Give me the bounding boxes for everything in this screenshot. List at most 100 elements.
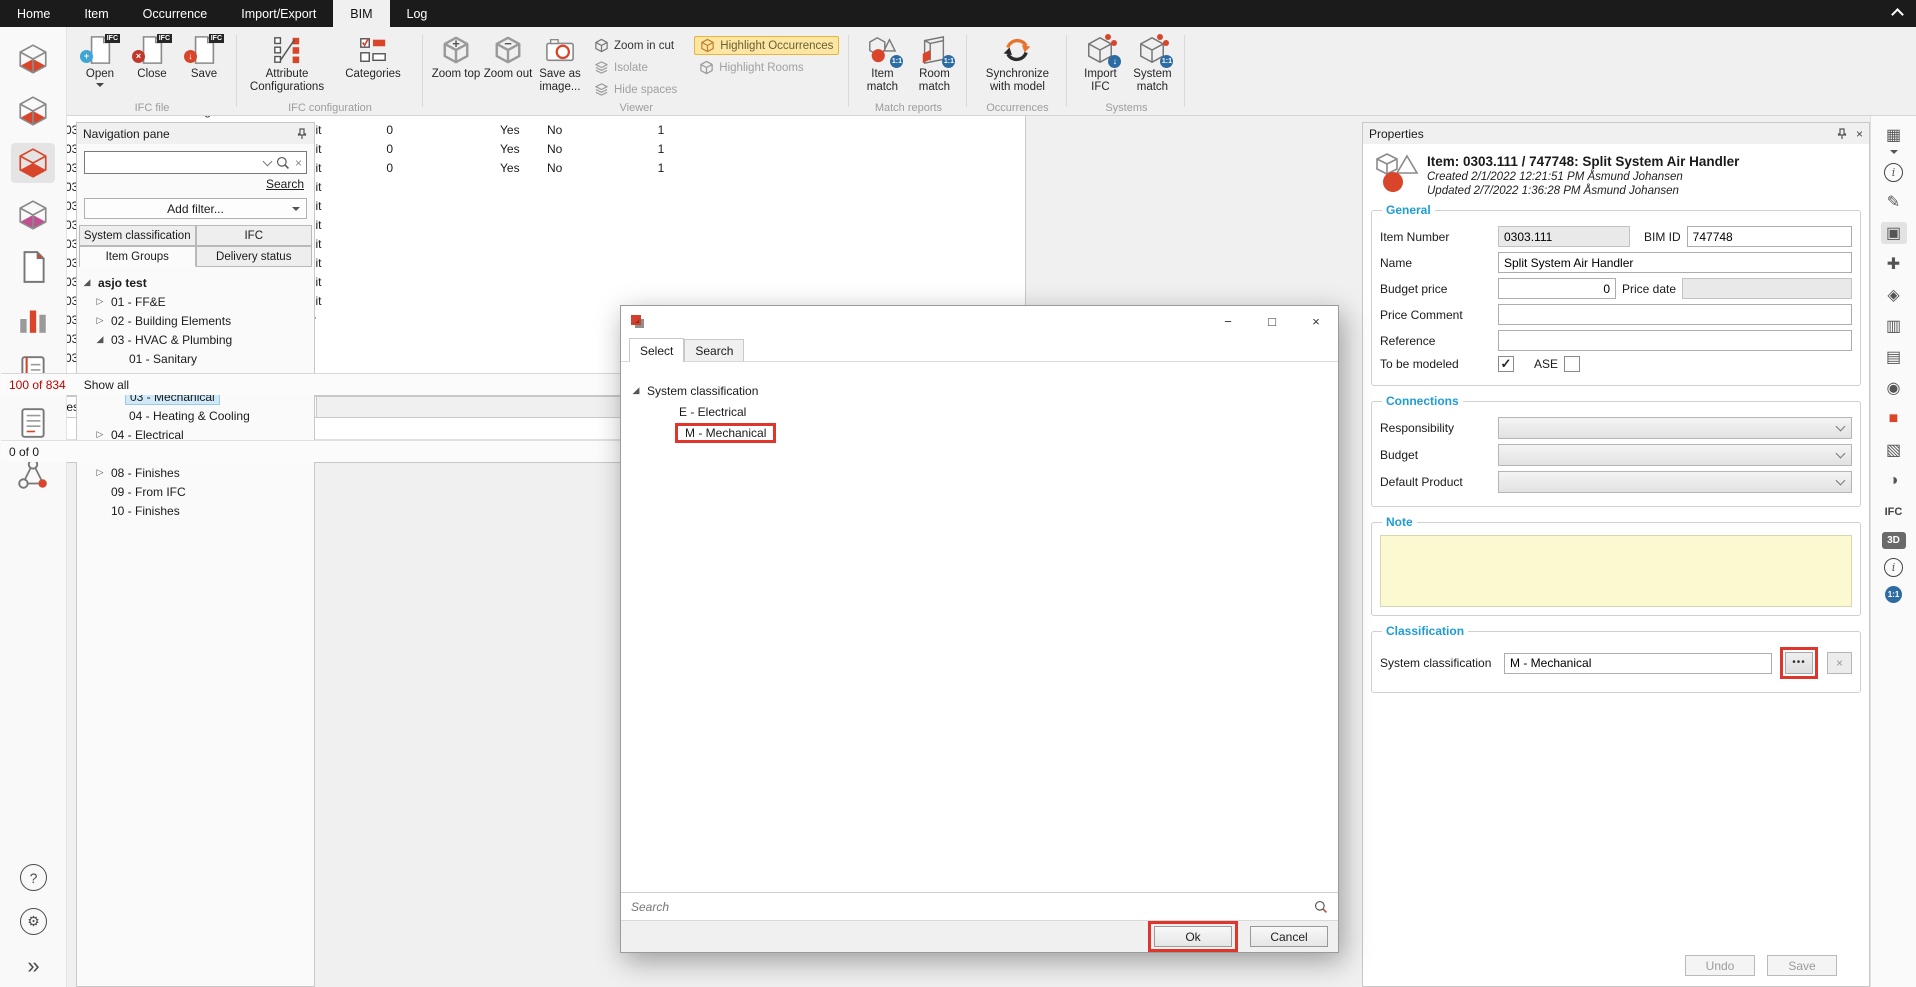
budget-price-field[interactable] [1498,278,1616,299]
import-ifc-button[interactable]: ↓ Import IFC [1075,32,1125,94]
dialog-tree-item[interactable]: ◢ System classification [621,380,1338,401]
nav-tab[interactable]: Item Groups [79,246,196,267]
default-product-select[interactable] [1498,471,1852,493]
item-red-panel-icon[interactable]: ■ [1881,408,1907,430]
dialog-tab[interactable]: Search [684,339,744,361]
item-info-icon[interactable]: i [1884,163,1903,182]
info-panel-icon[interactable]: i [1884,558,1903,577]
categories-button[interactable]: Categories [331,32,415,81]
zoom-top-button[interactable]: + Zoom top [431,32,481,81]
add-filter-button[interactable]: Add filter... [84,198,307,219]
layout-selector-caret-icon[interactable] [1890,150,1898,154]
hide-spaces-button[interactable]: Hide spaces [589,80,682,99]
pin-icon[interactable] [1836,128,1848,140]
tree-expander-icon[interactable]: ◢ [80,277,94,288]
menu-item[interactable]: Log [390,0,445,27]
layout-selector-icon[interactable]: ▦ [1881,124,1907,146]
menu-item[interactable]: Home [0,0,67,27]
isolate-button[interactable]: Isolate [589,58,682,77]
search-dropdown-chevron-icon[interactable] [263,156,273,166]
nav-tree-item[interactable]: ◢ asjo test [77,273,314,292]
bim-module-icon[interactable] [11,143,55,183]
classification-browse-button[interactable]: ••• [1785,652,1813,674]
highlight-rooms-button[interactable]: Highlight Rooms [694,58,839,77]
logbook-icon[interactable] [11,403,55,443]
products-icon[interactable] [11,195,55,235]
ifc-panel-icon[interactable]: IFC [1881,501,1907,523]
nav-tree-item[interactable]: ▷ 02 - Building Elements [77,311,314,330]
settings-gear-icon[interactable]: ⚙ [20,908,47,935]
model-icon[interactable] [11,91,55,131]
occurrences-panel-icon[interactable]: ▣ [1881,222,1907,244]
ase-checkbox[interactable] [1564,356,1580,372]
classification-clear-button[interactable]: × [1827,652,1852,674]
nav-tab[interactable]: System classification [79,225,196,246]
zoom-in-cut-button[interactable]: Zoom in cut [589,36,682,55]
note-field[interactable] [1380,535,1852,607]
documents-panel-icon[interactable]: ▤ [1881,346,1907,368]
products-panel-icon[interactable]: ▥ [1881,315,1907,337]
item-number-field[interactable] [1498,226,1630,247]
threed-panel-icon[interactable]: 3D [1882,532,1906,549]
save-as-image-button[interactable]: Save as image... [535,32,585,94]
save-changes-button[interactable]: Save [1767,955,1837,976]
synchronize-with-model-button[interactable]: Synchronize with model [975,32,1059,94]
nav-tree-item[interactable]: 04 - Heating & Cooling [77,406,314,425]
nav-tab[interactable]: Delivery status [196,246,313,267]
highlight-occurrences-button[interactable]: Highlight Occurrences [694,36,839,55]
room-match-button[interactable]: 1:1 Room match [909,32,959,94]
price-comment-field[interactable] [1498,304,1852,325]
nav-tree-item[interactable]: 01 - Sanitary [77,349,314,368]
nav-tab[interactable]: IFC [196,225,313,246]
menu-item[interactable]: Import/Export [224,0,333,27]
tasks-panel-icon[interactable]: ▧ [1881,439,1907,461]
nav-tree-item[interactable]: ▷ 01 - FF&E [77,292,314,311]
dialog-tab[interactable]: Select [629,338,684,362]
dialog-tree-item[interactable]: M - Mechanical [621,422,1338,443]
documents-icon[interactable] [11,247,55,287]
menu-item[interactable]: BIM [333,0,389,27]
menu-item[interactable]: Occurrence [126,0,225,27]
maximize-button[interactable]: □ [1250,306,1294,336]
tree-expander-icon[interactable]: ▷ [93,429,107,440]
history-panel-icon[interactable]: ◑ [1881,470,1907,492]
zoom-out-button[interactable]: − Zoom out [483,32,533,81]
dialog-search-input[interactable] [631,900,1314,914]
expand-strip-icon[interactable]: » [27,955,39,977]
menu-item[interactable]: Item [67,0,125,27]
dialog-titlebar[interactable]: − □ × [621,306,1338,336]
pin-icon[interactable] [296,128,308,140]
system-match-button[interactable]: 1:1 System match [1127,32,1177,94]
open-dropdown-caret-icon[interactable] [96,83,104,87]
reports-icon[interactable] [11,299,55,339]
reference-field[interactable] [1498,330,1852,351]
save-button[interactable]: IFC↓ Save [179,32,229,81]
responsibility-select[interactable] [1498,417,1852,439]
home-model-icon[interactable] [11,39,55,79]
search-icon[interactable] [1314,900,1328,914]
attribute-configurations-button[interactable]: Attribute Configurations [245,32,329,94]
open-button[interactable]: IFC+ Open [75,32,125,87]
match-panel-icon[interactable]: 1:1 [1885,586,1902,603]
minimize-button[interactable]: − [1206,306,1250,336]
system-classification-field[interactable] [1504,653,1772,674]
dialog-tree-item[interactable]: E - Electrical [621,401,1338,422]
tree-expander-icon[interactable]: ◢ [629,385,643,396]
search-link[interactable]: Search [77,177,304,191]
search-clear-icon[interactable]: × [295,156,302,170]
cancel-button[interactable]: Cancel [1250,926,1328,947]
price-date-field[interactable] [1682,278,1852,299]
tree-expander-icon[interactable]: ▷ [93,296,107,307]
tree-expander-icon[interactable]: ▷ [93,315,107,326]
search-icon[interactable] [276,156,290,170]
nav-search-input[interactable] [89,156,259,170]
help-icon[interactable]: ? [20,864,47,891]
show-all-link[interactable]: Show all [84,378,129,392]
tree-expander-icon[interactable]: ▷ [93,467,107,478]
ribbon-collapse-chevron-icon[interactable] [1891,8,1904,21]
undo-button[interactable]: Undo [1685,955,1755,976]
bim-id-field[interactable] [1687,226,1852,247]
note-edit-icon[interactable]: ✎ [1881,191,1907,213]
nav-tree-item[interactable]: ◢ 03 - HVAC & Plumbing [77,330,314,349]
name-field[interactable] [1498,252,1852,273]
